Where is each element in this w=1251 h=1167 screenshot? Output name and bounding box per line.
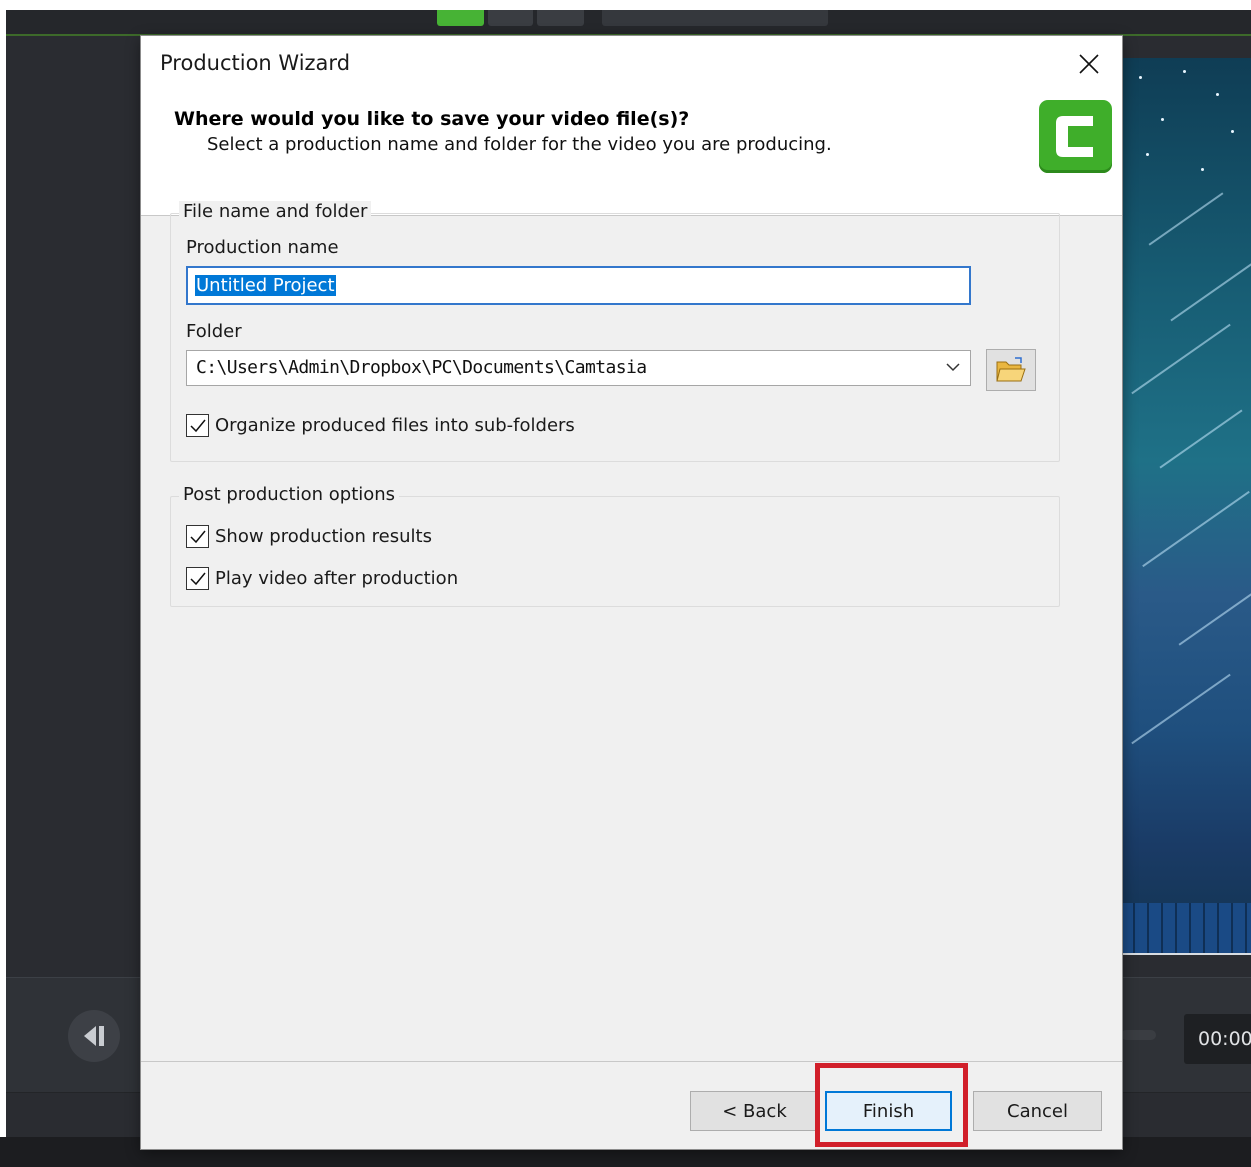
back-button[interactable]: < Back [690, 1091, 819, 1131]
step-back-button[interactable] [68, 1010, 120, 1062]
star-decoration [1139, 76, 1142, 79]
close-button[interactable] [1063, 44, 1115, 84]
meteor-streak [1131, 673, 1231, 745]
close-icon [1079, 54, 1099, 74]
time-readout: 00:00 [1184, 1014, 1251, 1064]
checkbox-box[interactable] [186, 414, 209, 437]
checkbox-box[interactable] [186, 525, 209, 548]
wizard-step-subtitle: Select a production name and folder for … [207, 134, 832, 155]
checkmark-icon [189, 572, 206, 585]
wizard-step-title: Where would you like to save your video … [174, 108, 690, 130]
star-decoration [1146, 153, 1149, 156]
folder-path-value: C:\Users\Admin\Dropbox\PC\Documents\Camt… [196, 357, 647, 378]
organize-subfolders-label: Organize produced files into sub-folders [215, 415, 575, 436]
dialog-title: Production Wizard [160, 51, 351, 75]
organize-subfolders-checkbox[interactable]: Organize produced files into sub-folders [186, 414, 575, 437]
toolbar-tool-button[interactable] [537, 10, 584, 26]
meteor-streak [1131, 323, 1231, 395]
toolbar-tool-button-active[interactable] [437, 10, 484, 26]
show-production-results-checkbox[interactable]: Show production results [186, 525, 432, 548]
wizard-header: Where would you like to save your video … [141, 92, 1122, 216]
toolbar-tool-button[interactable] [488, 10, 533, 26]
meteor-streak [1148, 192, 1224, 246]
production-name-label: Production name [186, 237, 339, 258]
finish-highlight-annotation [815, 1063, 968, 1147]
checkmark-icon [189, 530, 206, 543]
meteor-streak [1178, 592, 1251, 646]
post-group-legend: Post production options [179, 484, 400, 505]
toolbar-zoom-field[interactable] [602, 10, 828, 26]
production-name-input[interactable]: Untitled Project [186, 266, 971, 305]
meteor-streak [1170, 256, 1251, 322]
meteor-streak [1142, 490, 1250, 568]
folder-dropdown[interactable]: C:\Users\Admin\Dropbox\PC\Documents\Camt… [186, 350, 971, 386]
open-folder-icon [996, 357, 1026, 382]
step-back-icon [84, 1026, 104, 1046]
checkbox-box[interactable] [186, 567, 209, 590]
meteor-streak [1159, 409, 1243, 469]
play-video-after-production-label: Play video after production [215, 568, 459, 589]
browse-folder-button[interactable] [986, 349, 1036, 391]
cancel-button[interactable]: Cancel [973, 1091, 1102, 1131]
camtasia-logo-icon [1039, 100, 1112, 173]
production-name-value: Untitled Project [195, 275, 336, 296]
production-wizard-dialog: Production Wizard Where would you like t… [141, 36, 1122, 1149]
star-decoration [1231, 130, 1234, 133]
dialog-titlebar: Production Wizard [141, 36, 1122, 92]
checkmark-icon [189, 419, 206, 432]
chevron-down-icon [946, 363, 960, 372]
canvas-preview [1121, 58, 1251, 955]
fence-decoration [1121, 903, 1251, 953]
footer-divider [141, 1061, 1122, 1062]
folder-label: Folder [186, 321, 242, 342]
play-video-after-production-checkbox[interactable]: Play video after production [186, 567, 458, 590]
star-decoration [1183, 70, 1186, 73]
post-production-group [170, 496, 1060, 607]
file-group-legend: File name and folder [179, 201, 372, 222]
star-decoration [1201, 168, 1204, 171]
star-decoration [1216, 93, 1219, 96]
show-production-results-label: Show production results [215, 526, 432, 547]
scrub-slider[interactable] [1121, 1030, 1156, 1040]
star-decoration [1161, 118, 1164, 121]
